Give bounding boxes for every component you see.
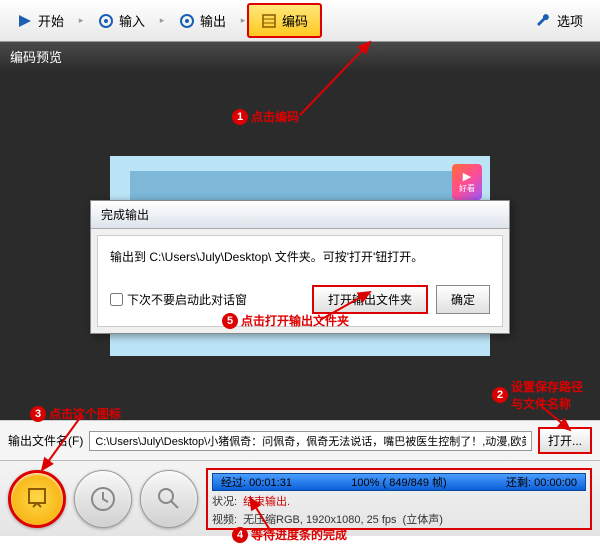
encode-start-button[interactable] (8, 470, 66, 528)
elapsed-label: 经过: (221, 477, 246, 489)
wrench-icon (536, 13, 552, 29)
output-filename-label: 输出文件名(F) (8, 432, 83, 449)
progress-bar: 经过: 00:01:31 100% ( 849/849 帧) 还剩: 00:00… (212, 473, 586, 491)
annotation-5: 5点击打开输出文件夹 (222, 312, 349, 329)
encode-icon (23, 485, 51, 513)
remain-label: 还剩: (506, 477, 531, 489)
dialog-message: 输出到 C:\Users\July\Desktop\ 文件夹。可按'打开'钮打开… (110, 248, 490, 265)
logo-text: 好看 (459, 183, 475, 194)
output-label: 输出 (200, 11, 226, 30)
audio-info: (立体声) (403, 511, 443, 527)
reel-icon (98, 13, 114, 29)
output-tab[interactable]: 输出 (166, 3, 239, 38)
annotation-2: 2设置保存路径 与文件名称 (492, 378, 583, 412)
options-label: 选项 (557, 11, 583, 30)
output-path-input[interactable] (89, 431, 532, 451)
play-icon (17, 13, 33, 29)
checkbox-input[interactable] (110, 293, 123, 306)
preview-button[interactable] (140, 470, 198, 528)
remain-value: 00:00:00 (534, 477, 577, 489)
frames-value: ( 849/849 帧) (383, 477, 447, 489)
separator: ▸ (158, 3, 166, 38)
start-tab[interactable]: 开始 (4, 3, 77, 38)
percent-value: 100% (351, 477, 379, 489)
options-tab[interactable]: 选项 (523, 3, 596, 38)
status-panel: 经过: 00:01:31 100% ( 849/849 帧) 还剩: 00:00… (206, 468, 592, 530)
schedule-button[interactable] (74, 470, 132, 528)
status-value: 结束输出. (243, 493, 290, 509)
open-output-folder-button[interactable]: 打开输出文件夹 (312, 285, 428, 314)
open-path-button[interactable]: 打开... (538, 427, 592, 454)
annotation-4: 4等待进度条的完成 (232, 526, 347, 543)
film-icon (261, 13, 277, 29)
separator: ▸ (239, 3, 247, 38)
encode-tab[interactable]: 编码 (247, 3, 322, 38)
magnify-icon (155, 485, 183, 513)
encode-label: 编码 (282, 11, 308, 30)
input-tab[interactable]: 输入 (85, 3, 158, 38)
preview-title: 编码预览 (0, 42, 600, 71)
dialog-title: 完成输出 (91, 201, 509, 229)
ok-button[interactable]: 确定 (436, 285, 490, 314)
haokan-logo: 好看 (452, 164, 482, 200)
separator: ▸ (77, 3, 85, 38)
dont-show-checkbox[interactable]: 下次不要启动此对话窗 (110, 291, 247, 308)
video-label: 视频: (212, 511, 237, 527)
input-label: 输入 (119, 11, 145, 30)
annotation-3: 3点击这个图标 (30, 405, 121, 422)
start-label: 开始 (38, 11, 64, 30)
elapsed-value: 00:01:31 (249, 477, 292, 489)
annotation-1: 1点击编码 (232, 108, 299, 125)
video-info: 无压缩RGB, 1920x1080, 25 fps (243, 511, 396, 527)
checkbox-label: 下次不要启动此对话窗 (127, 291, 247, 308)
clock-icon (89, 485, 117, 513)
status-label: 状况: (212, 493, 237, 509)
reel-icon (179, 13, 195, 29)
